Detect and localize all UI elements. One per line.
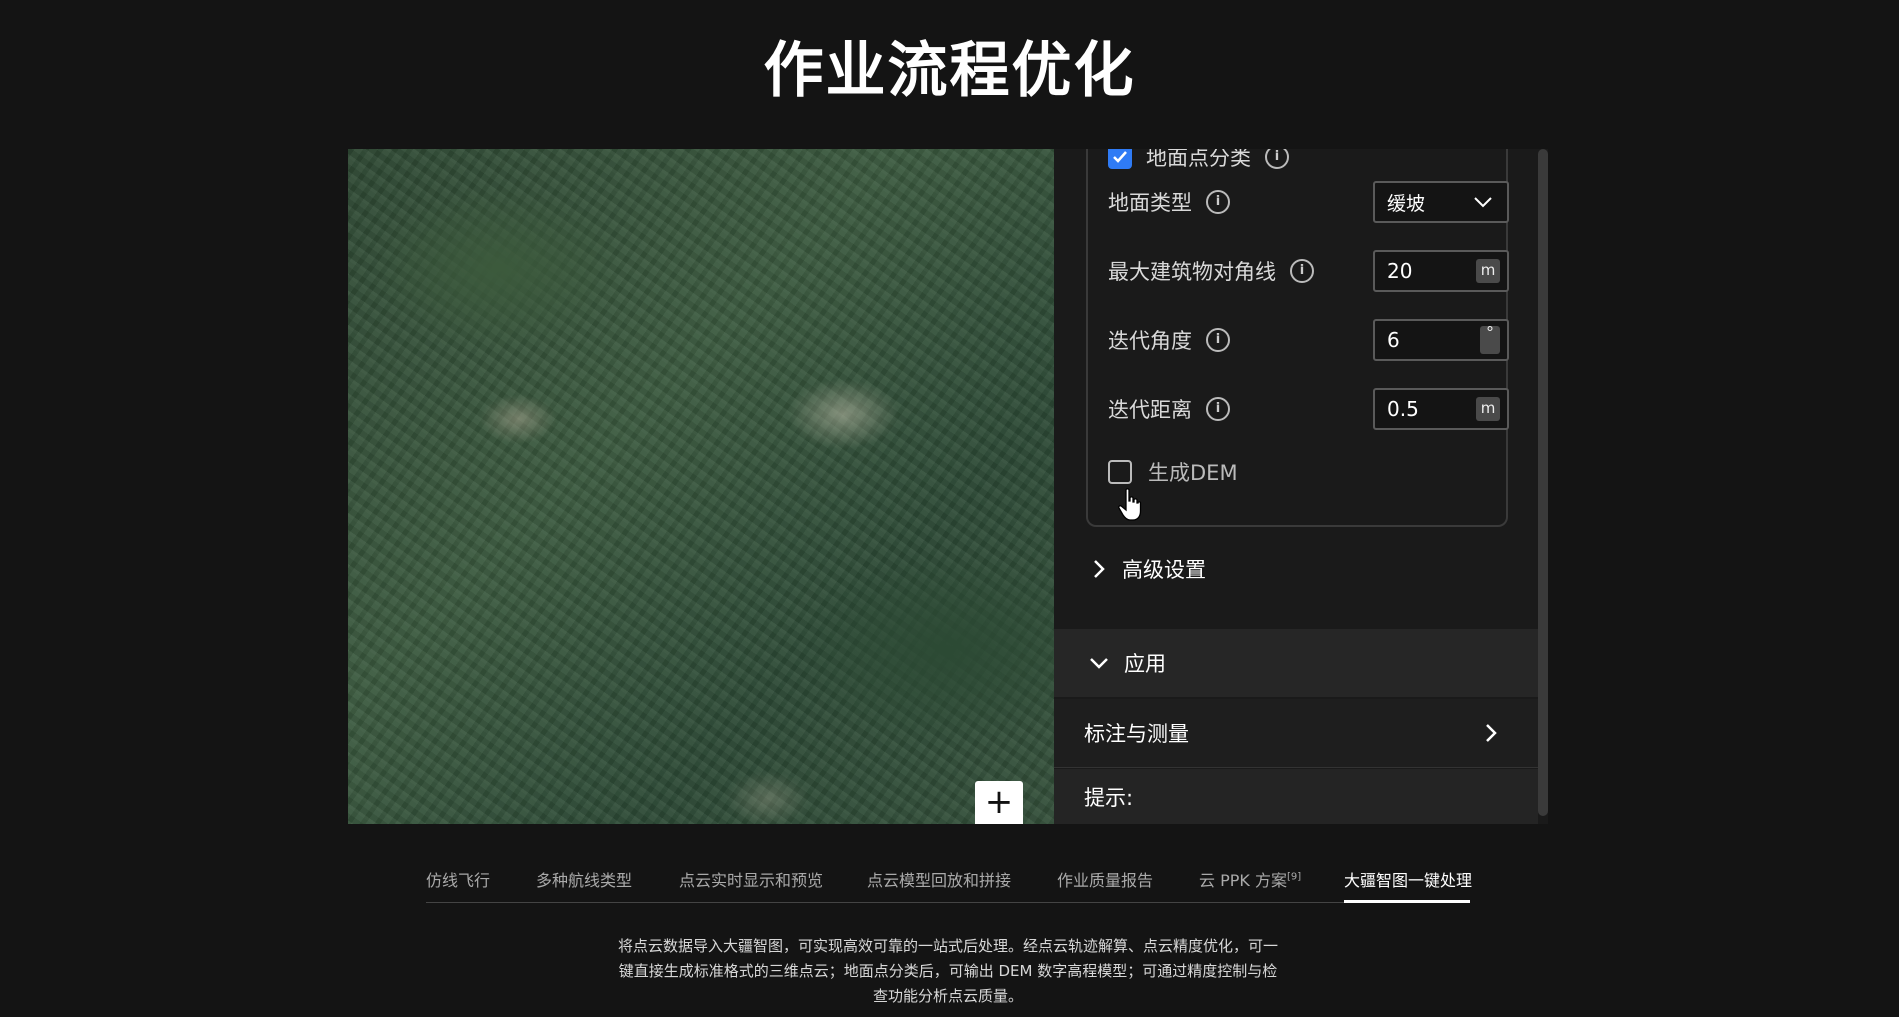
description-line: 键直接生成标准格式的三维点云；地面点分类后，可输出 DEM 数字高程模型；可通过… [618, 962, 1278, 980]
tab-follow-terrain-flight[interactable]: 仿线飞行 [426, 867, 490, 891]
max-building-diagonal-input[interactable]: 20 m [1373, 250, 1509, 292]
tab-dji-terra-processing[interactable]: 大疆智图一键处理 [1344, 867, 1472, 891]
advanced-settings-toggle[interactable]: 高级设置 [1054, 545, 1538, 593]
active-tab-underline [1344, 900, 1470, 903]
unit-badge: m [1476, 397, 1500, 421]
unit-badge: m [1476, 259, 1500, 283]
hint-section: 提示: [1054, 769, 1538, 824]
generate-dem-row[interactable]: 生成DEM [1108, 452, 1238, 492]
ground-classification-group: 地面点分类 i 地面类型 i 缓坡 最大建筑物对角线 i 20 m 迭代角度 i… [1086, 149, 1509, 527]
info-icon[interactable]: i [1265, 149, 1289, 169]
ground-type-row: 地面类型 i [1108, 182, 1230, 222]
annotate-measure-label: 标注与测量 [1084, 722, 1189, 746]
chevron-down-icon [1474, 197, 1492, 208]
satellite-map[interactable]: + [348, 149, 1054, 824]
apply-section-header[interactable]: 应用 [1054, 629, 1538, 697]
feature-description: 将点云数据导入大疆智图，可实现高效可靠的一站式后处理。经点云轨迹解算、点云精度优… [598, 934, 1298, 1009]
ground-type-select[interactable]: 缓坡 [1373, 181, 1509, 223]
tab-route-types[interactable]: 多种航线类型 [536, 867, 632, 891]
iteration-distance-value: 0.5 [1387, 397, 1419, 421]
iteration-distance-label: 迭代距离 [1108, 398, 1192, 422]
chevron-down-icon [1090, 658, 1108, 669]
tab-quality-report[interactable]: 作业质量报告 [1057, 867, 1153, 891]
generate-dem-label: 生成DEM [1148, 461, 1238, 485]
iteration-angle-value: 6 [1387, 328, 1400, 352]
advanced-settings-label: 高级设置 [1122, 558, 1206, 582]
check-icon [1113, 151, 1127, 163]
description-line: 将点云数据导入大疆智图，可实现高效可靠的一站式后处理。经点云轨迹解算、点云精度优… [617, 937, 1278, 955]
iteration-angle-input[interactable]: 6 ° [1373, 319, 1509, 361]
iteration-distance-input[interactable]: 0.5 m [1373, 388, 1509, 430]
unit-badge: ° [1480, 325, 1500, 354]
annotate-measure-item[interactable]: 标注与测量 [1054, 699, 1538, 768]
page-title: 作业流程优化 [763, 36, 1136, 106]
footnote-ref: [9] [1286, 871, 1302, 883]
tab-pointcloud-playback[interactable]: 点云模型回放和拼接 [867, 867, 1011, 891]
tab-cloud-ppk-label: 云 PPK 方案 [1199, 871, 1287, 890]
tab-realtime-pointcloud[interactable]: 点云实时显示和预览 [679, 867, 823, 891]
chevron-right-icon [1486, 724, 1497, 742]
tab-cloud-ppk[interactable]: 云 PPK 方案[9] [1199, 867, 1301, 891]
ground-classify-label: 地面点分类 [1146, 149, 1251, 170]
max-building-diagonal-label: 最大建筑物对角线 [1108, 260, 1276, 284]
generate-dem-checkbox[interactable] [1108, 460, 1132, 484]
max-building-diagonal-value: 20 [1387, 259, 1413, 283]
description-line: 查功能分析点云质量。 [872, 987, 1023, 1005]
ground-classify-row[interactable]: 地面点分类 i [1108, 149, 1289, 177]
iteration-angle-row: 迭代角度 i [1108, 320, 1230, 360]
chevron-right-icon [1094, 560, 1105, 578]
max-building-diagonal-row: 最大建筑物对角线 i [1108, 251, 1314, 291]
scrollbar[interactable] [1538, 149, 1548, 816]
zoom-in-button[interactable]: + [975, 781, 1023, 824]
apply-label: 应用 [1124, 652, 1166, 676]
ground-type-label: 地面类型 [1108, 191, 1192, 215]
settings-panel: 地面点分类 i 地面类型 i 缓坡 最大建筑物对角线 i 20 m 迭代角度 i… [1054, 149, 1548, 824]
info-icon[interactable]: i [1206, 328, 1230, 352]
hand-cursor-icon [1118, 488, 1142, 521]
ground-type-value: 缓坡 [1387, 192, 1426, 215]
iteration-distance-row: 迭代距离 i [1108, 389, 1230, 429]
info-icon[interactable]: i [1206, 190, 1230, 214]
software-demo: + 地面点分类 i 地面类型 i 缓坡 最大建筑物对角线 i 20 m 迭代角度… [348, 149, 1548, 824]
feature-tab-bar: 仿线飞行 多种航线类型 点云实时显示和预览 点云模型回放和拼接 作业质量报告 云… [426, 863, 1472, 903]
info-icon[interactable]: i [1290, 259, 1314, 283]
iteration-angle-label: 迭代角度 [1108, 329, 1192, 353]
ground-classify-checkbox[interactable] [1108, 149, 1132, 169]
info-icon[interactable]: i [1206, 397, 1230, 421]
hint-label: 提示: [1084, 785, 1134, 810]
